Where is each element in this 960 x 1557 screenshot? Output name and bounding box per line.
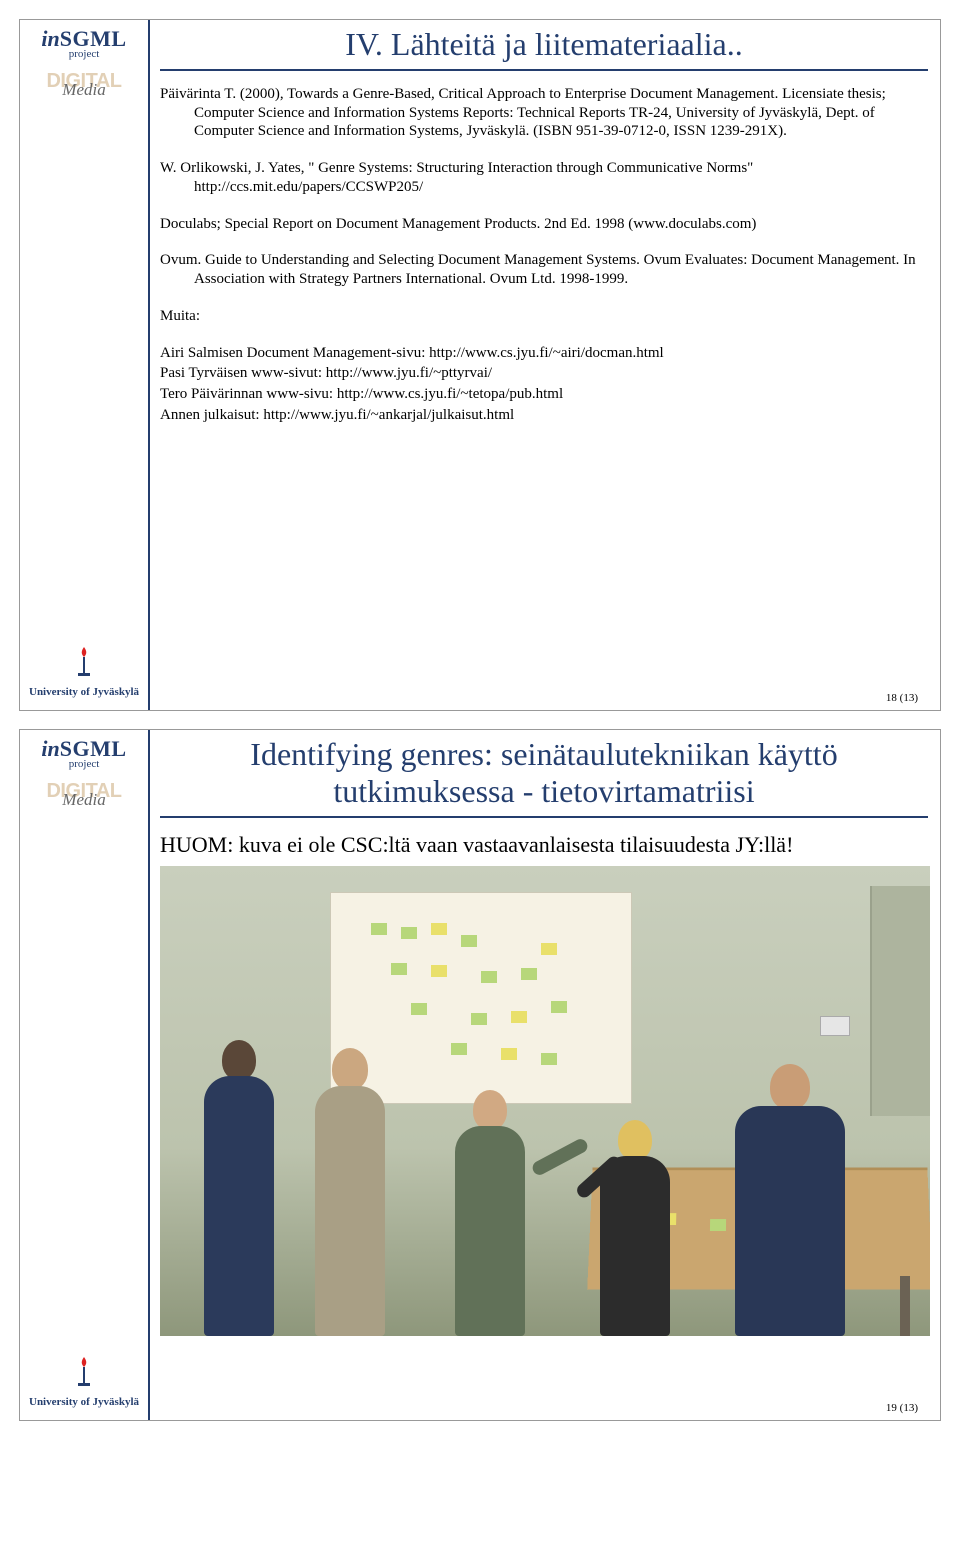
university-label: University of Jyväskylä <box>20 1396 148 1408</box>
title-row: Identifying genres: seinätaulutekniikan … <box>160 736 928 810</box>
slide-content: Identifying genres: seinätaulutekniikan … <box>160 730 928 1420</box>
link-item: Tero Päivärinnan www-sivu: http://www.cs… <box>160 385 928 404</box>
insgml-logo: inSGML project DIGITAL Media <box>20 20 148 93</box>
reference-item: Doculabs; Special Report on Document Man… <box>160 215 928 234</box>
page-title: IV. Lähteitä ja liitemateriaalia.. <box>160 26 928 63</box>
digital-media-logo: DIGITAL Media <box>24 780 144 803</box>
note-text: HUOM: kuva ei ole CSC:ltä vaan vastaavan… <box>160 832 928 858</box>
insgml-logo: inSGML project DIGITAL Media <box>20 730 148 803</box>
workshop-photo <box>160 866 930 1336</box>
photo-person <box>430 1090 550 1336</box>
photo-door <box>870 886 930 1116</box>
torch-icon <box>74 1355 94 1389</box>
link-item: Pasi Tyrväisen www-sivut: http://www.jyu… <box>160 364 928 383</box>
page-number: 18 (13) <box>886 692 918 704</box>
photo-person <box>580 1120 690 1336</box>
logo-in: in <box>41 26 59 51</box>
link-item: Annen julkaisut: http://www.jyu.fi/~anka… <box>160 406 928 425</box>
logo-in: in <box>41 736 59 761</box>
media-word: Media <box>24 80 144 100</box>
photo-person <box>710 1064 870 1336</box>
sidebar: inSGML project DIGITAL Media University … <box>20 730 150 1420</box>
digital-media-logo: DIGITAL Media <box>24 70 144 93</box>
university-mark: University of Jyväskylä <box>20 1355 148 1408</box>
title-row: IV. Lähteitä ja liitemateriaalia.. <box>160 26 928 63</box>
reference-item: Päivärinta T. (2000), Towards a Genre-Ba… <box>160 85 928 141</box>
media-word: Media <box>24 790 144 810</box>
slide-18: inSGML project DIGITAL Media University … <box>20 20 940 710</box>
slide-content: IV. Lähteitä ja liitemateriaalia.. Päivä… <box>160 20 928 710</box>
torch-icon <box>74 645 94 679</box>
photo-person <box>280 1048 420 1336</box>
slide-19: inSGML project DIGITAL Media University … <box>20 730 940 1420</box>
link-item: Airi Salmisen Document Management-sivu: … <box>160 344 928 363</box>
page-title: Identifying genres: seinätaulutekniikan … <box>160 736 928 810</box>
photo-outlet <box>820 1016 850 1036</box>
title-rule <box>160 816 928 818</box>
reference-item: Ovum. Guide to Understanding and Selecti… <box>160 251 928 289</box>
muita-label: Muita: <box>160 307 928 326</box>
university-label: University of Jyväskylä <box>20 686 148 698</box>
university-mark: University of Jyväskylä <box>20 645 148 698</box>
sidebar: inSGML project DIGITAL Media University … <box>20 20 150 710</box>
reference-item: W. Orlikowski, J. Yates, " Genre Systems… <box>160 159 928 197</box>
body: Päivärinta T. (2000), Towards a Genre-Ba… <box>160 85 928 425</box>
title-rule <box>160 69 928 71</box>
page-number: 19 (13) <box>886 1402 918 1414</box>
